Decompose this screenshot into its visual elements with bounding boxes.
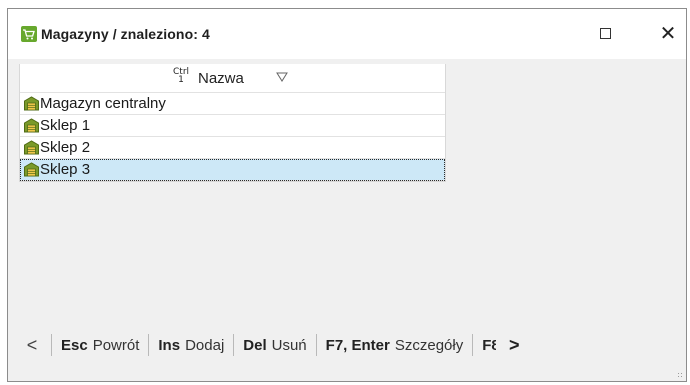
warehouse-icon	[24, 162, 39, 177]
row-label: Magazyn centralny	[40, 95, 166, 112]
separator	[148, 334, 150, 356]
ins-add-action[interactable]: Ins Dodaj	[158, 337, 224, 354]
maximize-button[interactable]	[585, 17, 625, 49]
scroll-right-button[interactable]: >	[504, 335, 524, 356]
warehouse-icon	[24, 118, 39, 133]
window-title: Magazyny / znaleziono: 4	[41, 26, 210, 42]
title-bar[interactable]: Magazyny / znaleziono: 4 ✕	[8, 9, 686, 59]
scroll-left-button[interactable]: <	[22, 335, 42, 356]
close-button[interactable]: ✕	[648, 17, 688, 49]
shortcut-key: Esc	[61, 336, 88, 354]
warehouses-window: Magazyny / znaleziono: 4 ✕ Ctrl 1 Nazwa …	[7, 8, 687, 382]
action-label: Dodaj	[185, 336, 225, 354]
separator	[472, 334, 474, 356]
table-row[interactable]: Sklep 2	[20, 137, 445, 159]
warehouse-icon	[24, 140, 39, 155]
action-label: Powrót	[92, 336, 140, 354]
cart-icon	[21, 26, 37, 42]
shortcut-hint: Ctrl 1	[173, 67, 190, 85]
separator	[51, 334, 52, 356]
del-remove-action[interactable]: Del Usuń	[243, 337, 306, 354]
action-label: Usuń	[271, 336, 307, 354]
column-header-name[interactable]: Ctrl 1 Nazwa	[20, 64, 445, 93]
table-row[interactable]: Sklep 3	[20, 159, 445, 181]
sort-descending-icon[interactable]	[276, 71, 288, 83]
table-row[interactable]: Magazyn centralny	[20, 93, 445, 115]
row-label: Sklep 2	[40, 139, 91, 156]
table-row[interactable]: Sklep 1	[20, 115, 445, 137]
resize-grip[interactable]	[677, 372, 683, 378]
warehouse-grid: Ctrl 1 Nazwa Magazyn centralny Sklep 1 S…	[19, 64, 446, 182]
truncated-action[interactable]: F8	[482, 337, 496, 354]
row-label: Sklep 1	[40, 117, 91, 134]
maximize-icon	[599, 27, 611, 39]
column-label: Nazwa	[198, 70, 244, 87]
warehouse-icon	[24, 96, 39, 111]
shortcut-key: Del	[243, 336, 267, 354]
shortcut-key: F7, Enter	[325, 336, 390, 354]
grid-rows: Magazyn centralny Sklep 1 Sklep 2 Sklep …	[20, 93, 445, 181]
separator	[233, 334, 235, 356]
separator	[315, 334, 317, 356]
action-bar: < Esc Powrót Ins Dodaj Del Usuń F7, Ente…	[8, 327, 686, 363]
action-label: Szczegóły	[394, 336, 464, 354]
close-icon: ✕	[659, 22, 677, 45]
details-action[interactable]: F7, Enter Szczegóły	[326, 337, 464, 354]
shortcut-key: Ins	[158, 336, 181, 354]
esc-back-action[interactable]: Esc Powrót	[61, 337, 139, 354]
row-label: Sklep 3	[40, 161, 91, 178]
